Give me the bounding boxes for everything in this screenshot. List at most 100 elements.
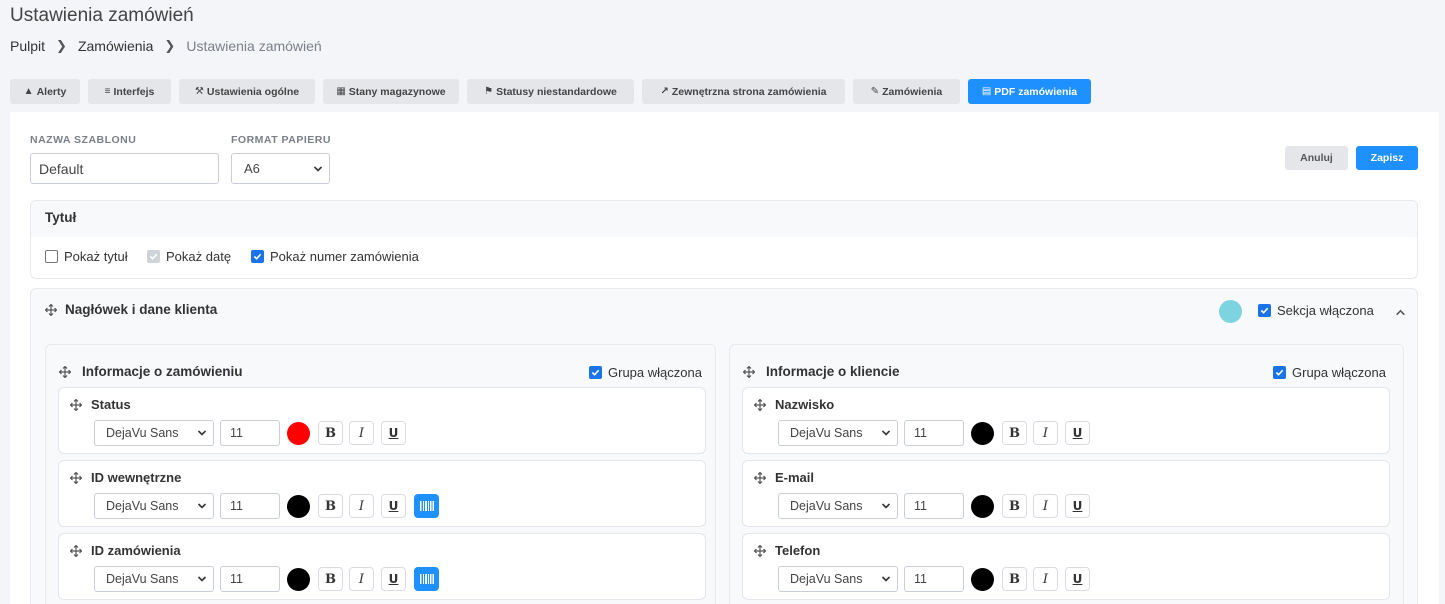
text-color-picker[interactable] xyxy=(971,568,994,591)
show-order-number-checkbox[interactable]: Pokaż numer zamówienia xyxy=(251,249,419,264)
client-info-group: Informacje o kliencie Grupa włączona Naz… xyxy=(729,344,1404,604)
tab-zewnetrzna-strona[interactable]: ↗ Zewnętrzna strona zamówienia xyxy=(642,79,845,104)
cancel-button[interactable]: Anuluj xyxy=(1285,146,1348,170)
text-color-picker[interactable] xyxy=(971,422,994,445)
font-size-input[interactable]: 11 xyxy=(220,566,280,592)
font-size-input[interactable]: 11 xyxy=(904,420,964,446)
order-info-group: Informacje o zamówieniu Grupa włączona S… xyxy=(45,344,716,604)
bold-button[interactable]: B xyxy=(1002,494,1027,518)
italic-button[interactable]: I xyxy=(349,421,374,445)
chevron-down-icon xyxy=(313,165,323,172)
underline-button[interactable]: U xyxy=(1065,567,1090,591)
font-family-value: DejaVu Sans xyxy=(106,499,179,513)
drag-handle-icon[interactable] xyxy=(754,545,766,557)
text-color-picker[interactable] xyxy=(287,495,310,518)
font-size-input[interactable]: 11 xyxy=(904,493,964,519)
tab-statusy-niestandardowe[interactable]: ⚑ Statusy niestandardowe xyxy=(467,79,634,104)
chevron-down-icon xyxy=(881,503,891,509)
show-title-checkbox[interactable]: Pokaż tytuł xyxy=(45,249,128,264)
checkbox-checked xyxy=(251,250,264,263)
italic-button[interactable]: I xyxy=(1033,494,1058,518)
bold-button[interactable]: B xyxy=(318,421,343,445)
drag-handle-icon[interactable] xyxy=(59,366,71,378)
font-family-select[interactable]: DejaVu Sans xyxy=(94,493,214,519)
tab-label: Stany magazynowe xyxy=(348,85,446,98)
drag-handle-icon[interactable] xyxy=(70,545,82,557)
title-section-header: Tytuł xyxy=(31,201,1417,237)
tab-alerty[interactable]: ▲ Alerty xyxy=(10,79,80,104)
italic-button[interactable]: I xyxy=(349,494,374,518)
drag-handle-icon[interactable] xyxy=(743,366,755,378)
tab-stany-magazynowe[interactable]: ▦ Stany magazynowe xyxy=(323,79,459,104)
font-size-input[interactable]: 11 xyxy=(220,420,280,446)
font-family-select[interactable]: DejaVu Sans xyxy=(778,493,898,519)
checkbox-disabled xyxy=(147,250,160,263)
font-family-select[interactable]: DejaVu Sans xyxy=(778,566,898,592)
tab-pdf-zamowienia[interactable]: ▤ PDF zamówienia xyxy=(968,79,1091,104)
drag-handle-icon[interactable] xyxy=(45,304,57,316)
checkbox-unchecked xyxy=(45,250,58,263)
font-size-input[interactable]: 11 xyxy=(904,566,964,592)
breadcrumb-item-orders[interactable]: Zamówienia xyxy=(78,38,153,54)
italic-button[interactable]: I xyxy=(1033,421,1058,445)
external-link-icon: ↗ xyxy=(660,86,669,97)
group-heading: Informacje o zamówieniu xyxy=(82,364,243,379)
underline-button[interactable]: U xyxy=(381,494,406,518)
bold-button[interactable]: B xyxy=(318,494,343,518)
font-family-select[interactable]: DejaVu Sans xyxy=(778,420,898,446)
chevron-down-icon xyxy=(197,576,207,582)
underline-button[interactable]: U xyxy=(1065,494,1090,518)
text-color-picker[interactable] xyxy=(287,568,310,591)
font-family-value: DejaVu Sans xyxy=(106,426,179,440)
list-icon: ≡ xyxy=(104,86,111,97)
breadcrumb-item-pulpit[interactable]: Pulpit xyxy=(10,38,45,54)
barcode-button[interactable] xyxy=(414,567,439,591)
barcode-button[interactable] xyxy=(414,494,439,518)
bold-button[interactable]: B xyxy=(318,567,343,591)
breadcrumb: Pulpit ❯ Zamówienia ❯ Ustawienia zamówie… xyxy=(10,38,322,54)
field-email: E-mail DejaVu Sans 11 B I U xyxy=(742,460,1390,527)
text-color-picker[interactable] xyxy=(971,495,994,518)
template-name-input[interactable]: Default xyxy=(30,153,219,184)
section-color-picker[interactable] xyxy=(1219,300,1242,323)
tab-label: PDF zamówienia xyxy=(994,85,1078,98)
text-color-picker[interactable] xyxy=(287,422,310,445)
tab-zamowienia[interactable]: ✎ Zamówienia xyxy=(853,79,960,104)
chevron-down-icon xyxy=(197,503,207,509)
font-size-input[interactable]: 11 xyxy=(220,493,280,519)
tab-label: Alerty xyxy=(36,85,67,98)
field-name: ID wewnętrzne xyxy=(91,470,182,485)
bell-icon: ▲ xyxy=(23,86,34,97)
tab-interfejs[interactable]: ≡ Interfejs xyxy=(88,79,171,104)
underline-button[interactable]: U xyxy=(381,421,406,445)
italic-button[interactable]: I xyxy=(349,567,374,591)
field-surname: Nazwisko DejaVu Sans 11 B I U xyxy=(742,387,1390,454)
drag-handle-icon[interactable] xyxy=(754,399,766,411)
field-name: E-mail xyxy=(775,470,815,485)
chevron-up-icon[interactable] xyxy=(1395,307,1406,318)
font-family-value: DejaVu Sans xyxy=(790,572,863,586)
drag-handle-icon[interactable] xyxy=(754,472,766,484)
underline-button[interactable]: U xyxy=(1065,421,1090,445)
save-button[interactable]: Zapisz xyxy=(1356,146,1418,170)
check-icon xyxy=(591,369,600,376)
drag-handle-icon[interactable] xyxy=(70,399,82,411)
check-icon xyxy=(149,253,158,260)
checkbox-label: Grupa włączona xyxy=(1292,365,1386,380)
group-enabled-checkbox[interactable]: Grupa włączona xyxy=(589,365,702,380)
paper-format-select[interactable]: A6 xyxy=(231,153,330,184)
paper-format-value: A6 xyxy=(244,161,260,176)
tab-label: Statusy niestandardowe xyxy=(496,85,617,98)
show-date-checkbox: Pokaż datę xyxy=(147,249,231,264)
bold-button[interactable]: B xyxy=(1002,421,1027,445)
bold-button[interactable]: B xyxy=(1002,567,1027,591)
underline-button[interactable]: U xyxy=(381,567,406,591)
tab-ustawienia-ogolne[interactable]: ⚒ Ustawienia ogólne xyxy=(179,79,315,104)
section-enabled-checkbox[interactable]: Sekcja włączona xyxy=(1258,303,1374,318)
drag-handle-icon[interactable] xyxy=(70,472,82,484)
title-section: Tytuł Pokaż tytuł Pokaż datę Pokaż numer… xyxy=(30,200,1418,279)
group-enabled-checkbox[interactable]: Grupa włączona xyxy=(1273,365,1386,380)
italic-button[interactable]: I xyxy=(1033,567,1058,591)
font-family-select[interactable]: DejaVu Sans xyxy=(94,566,214,592)
font-family-select[interactable]: DejaVu Sans xyxy=(94,420,214,446)
